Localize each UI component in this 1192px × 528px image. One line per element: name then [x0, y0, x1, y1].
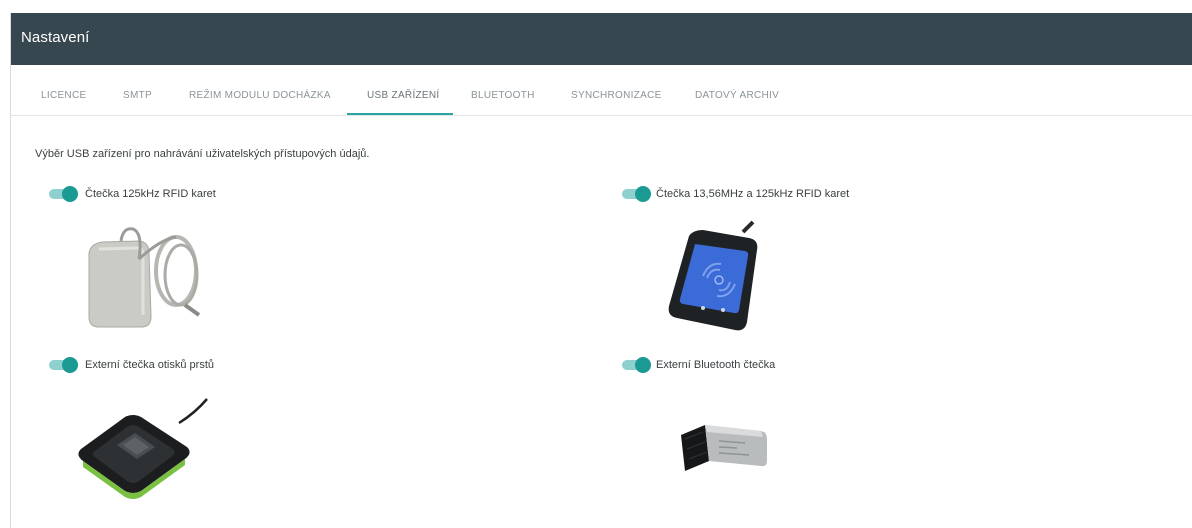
device-label-rfid-1356mhz: Čtečka 13,56MHz a 125kHz RFID karet [656, 188, 850, 200]
active-tab-indicator [347, 113, 453, 115]
toggle-fingerprint-reader[interactable] [49, 357, 78, 373]
tab-bluetooth[interactable]: BLUETOOTH [471, 65, 535, 115]
tab-smtp[interactable]: SMTP [123, 65, 152, 115]
settings-panel: Nastavení LICENCE SMTP REŽIM MODULU DOCH… [10, 13, 1192, 528]
tab-rezim-modulu-dochazka[interactable]: REŽIM MODULU DOCHÁZKA [189, 65, 331, 115]
toggle-rfid-1356mhz[interactable] [622, 186, 651, 202]
device-label-fingerprint-reader: Externí čtečka otisků prstů [85, 359, 214, 371]
page-title: Nastavení [21, 29, 90, 46]
bluetooth-dongle-icon [681, 425, 767, 471]
settings-header: Nastavení [11, 13, 1192, 65]
device-label-bluetooth-reader: Externí Bluetooth čtečka [656, 359, 776, 371]
device-label-rfid-125khz: Čtečka 125kHz RFID karet [85, 188, 216, 200]
tab-licence[interactable]: LICENCE [41, 65, 86, 115]
toggle-knob [635, 186, 651, 202]
toggle-knob [62, 186, 78, 202]
usb-description: Výběr USB zařízení pro nahrávání uživate… [35, 148, 370, 160]
fingerprint-reader-icon [78, 398, 208, 499]
rfid-1356mhz-reader-icon [668, 220, 758, 331]
tab-synchronizace[interactable]: SYNCHRONIZACE [571, 65, 662, 115]
toggle-knob [635, 357, 651, 373]
toggle-rfid-125khz[interactable] [49, 186, 78, 202]
tab-usb-zarizeni[interactable]: USB ZAŘÍZENÍ [367, 65, 440, 115]
toggle-knob [62, 357, 78, 373]
tab-bar: LICENCE SMTP REŽIM MODULU DOCHÁZKA USB Z… [11, 65, 1192, 116]
tab-datovy-archiv[interactable]: DATOVÝ ARCHIV [695, 65, 779, 115]
top-spacer [0, 0, 1192, 10]
toggle-bluetooth-reader[interactable] [622, 357, 651, 373]
rfid-125khz-reader-icon [88, 227, 201, 328]
